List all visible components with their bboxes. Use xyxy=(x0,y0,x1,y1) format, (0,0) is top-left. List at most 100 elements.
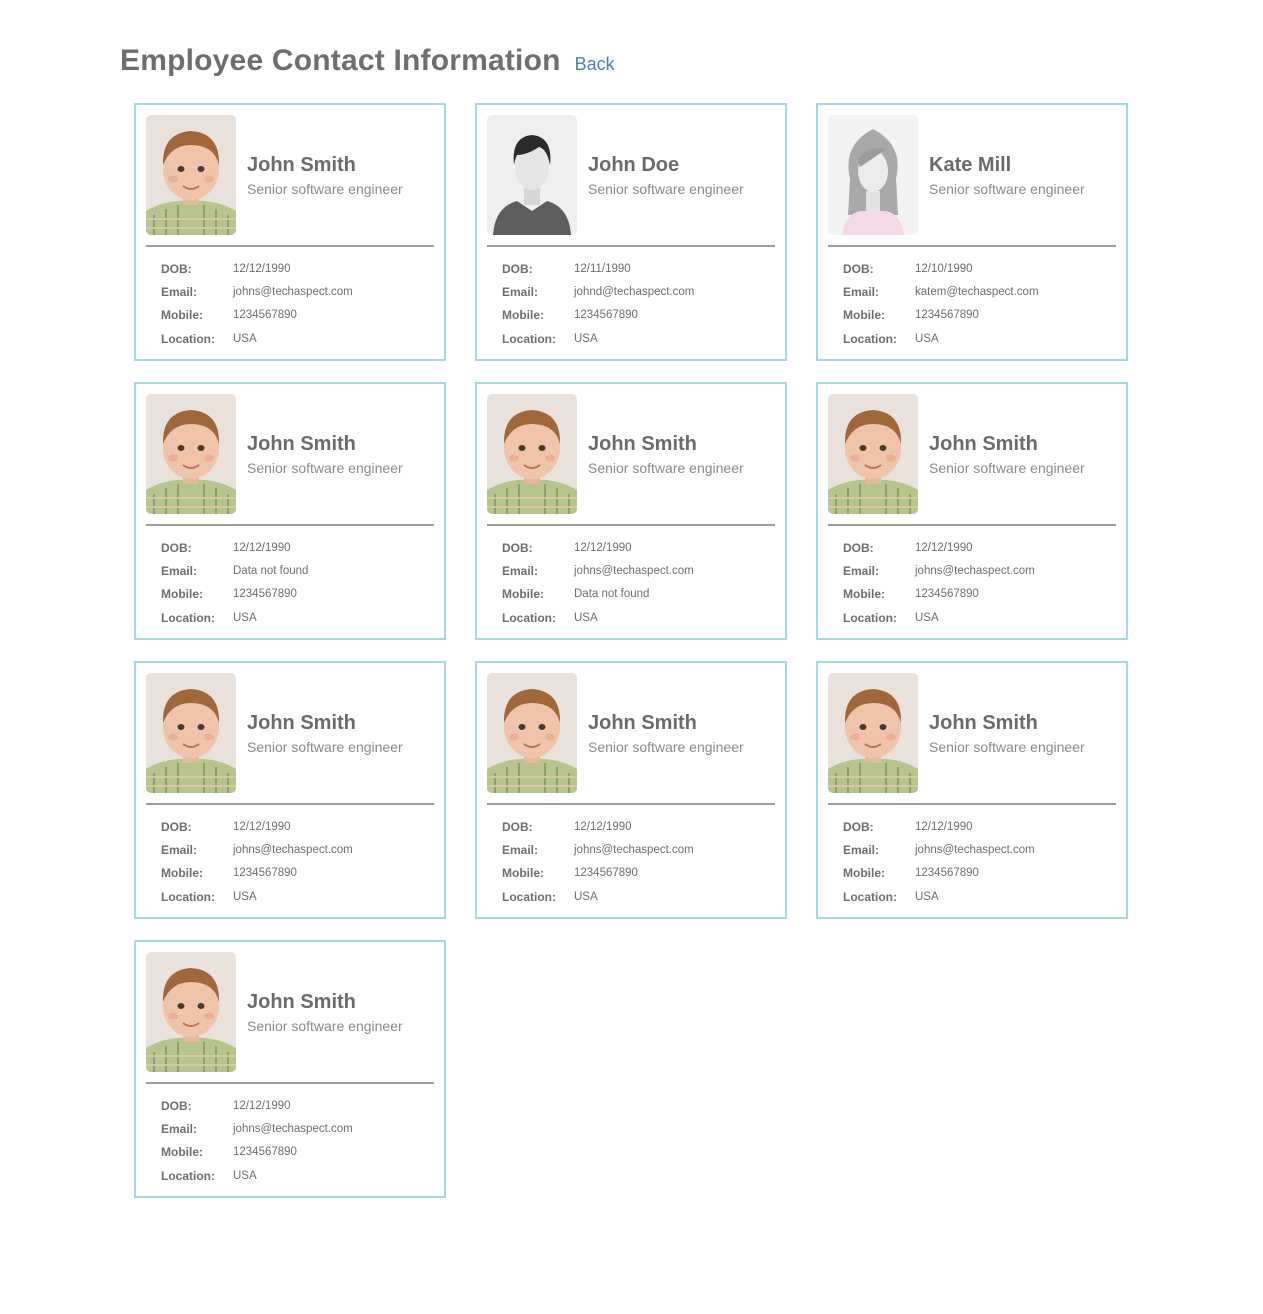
page-header: Employee Contact Information Back xyxy=(120,44,615,78)
location-row: Location: USA xyxy=(161,1164,434,1187)
email-value[interactable]: johnd@techaspect.com xyxy=(574,286,694,298)
employee-card[interactable]: John Smith Senior software engineer DOB:… xyxy=(475,661,787,919)
mobile-row: Mobile: 1234567890 xyxy=(161,862,434,885)
child-photo-icon xyxy=(487,394,577,514)
email-value[interactable]: Data not found xyxy=(233,565,308,577)
child-photo-icon xyxy=(487,673,577,793)
card-header: John Smith Senior software engineer xyxy=(146,115,434,236)
dob-label: DOB: xyxy=(843,540,874,555)
location-label: Location: xyxy=(502,889,556,904)
card-header: John Smith Senior software engineer xyxy=(146,394,434,515)
dob-row: DOB: 12/12/1990 xyxy=(161,1094,434,1117)
email-label: Email: xyxy=(161,563,198,578)
email-value[interactable]: johns@techaspect.com xyxy=(233,286,353,298)
employee-job-title: Senior software engineer xyxy=(247,181,403,197)
employee-photo xyxy=(146,673,236,793)
location-value: USA xyxy=(233,611,257,624)
location-value: USA xyxy=(233,1169,257,1182)
location-value: USA xyxy=(233,332,257,345)
email-value[interactable]: katem@techaspect.com xyxy=(915,286,1039,298)
email-row: Email: katem@techaspect.com xyxy=(843,280,1116,303)
child-photo-icon xyxy=(146,394,236,514)
employee-name: John Smith xyxy=(247,154,356,176)
employee-card[interactable]: John Smith Senior software engineer DOB:… xyxy=(816,661,1128,919)
email-row: Email: johns@techaspect.com xyxy=(502,838,775,861)
child-photo-icon xyxy=(828,394,918,514)
mobile-value[interactable]: 1234567890 xyxy=(233,867,297,879)
mobile-value[interactable]: 1234567890 xyxy=(915,867,979,879)
contact-details: DOB: 12/12/1990 Email: johns@techaspect.… xyxy=(146,1094,434,1187)
location-row: Location: USA xyxy=(843,606,1116,629)
child-photo-icon xyxy=(146,952,236,1072)
employee-card[interactable]: John Doe Senior software engineer DOB: 1… xyxy=(475,103,787,361)
employee-job-title: Senior software engineer xyxy=(929,181,1085,197)
dob-row: DOB: 12/11/1990 xyxy=(502,257,775,280)
location-value: USA xyxy=(915,890,939,903)
card-divider xyxy=(828,245,1116,247)
employee-card[interactable]: Kate Mill Senior software engineer DOB: … xyxy=(816,103,1128,361)
mobile-value[interactable]: 1234567890 xyxy=(574,309,638,321)
email-label: Email: xyxy=(502,842,539,857)
location-row: Location: USA xyxy=(161,327,434,350)
card-header: John Doe Senior software engineer xyxy=(487,115,775,236)
employee-card[interactable]: John Smith Senior software engineer DOB:… xyxy=(134,940,446,1198)
email-value[interactable]: johns@techaspect.com xyxy=(574,844,694,856)
back-link[interactable]: Back xyxy=(575,54,615,75)
employee-job-title: Senior software engineer xyxy=(247,739,403,755)
mobile-label: Mobile: xyxy=(502,308,544,323)
dob-value: 12/10/1990 xyxy=(915,262,973,275)
employee-card[interactable]: John Smith Senior software engineer DOB:… xyxy=(475,382,787,640)
card-header: John Smith Senior software engineer xyxy=(146,673,434,794)
mobile-value[interactable]: 1234567890 xyxy=(915,309,979,321)
mobile-value[interactable]: Data not found xyxy=(574,588,649,600)
location-value: USA xyxy=(574,332,598,345)
email-value[interactable]: johns@techaspect.com xyxy=(915,565,1035,577)
location-row: Location: USA xyxy=(843,327,1116,350)
location-label: Location: xyxy=(161,610,215,625)
mobile-value[interactable]: 1234567890 xyxy=(574,867,638,879)
email-value[interactable]: johns@techaspect.com xyxy=(915,844,1035,856)
card-header: John Smith Senior software engineer xyxy=(828,673,1116,794)
mobile-value[interactable]: 1234567890 xyxy=(233,309,297,321)
dob-value: 12/12/1990 xyxy=(233,820,291,833)
employee-photo xyxy=(828,115,918,235)
employee-identity: John Smith Senior software engineer xyxy=(247,711,403,756)
dob-label: DOB: xyxy=(843,819,874,834)
mobile-value[interactable]: 1234567890 xyxy=(915,588,979,600)
contact-details: DOB: 12/12/1990 Email: johns@techaspect.… xyxy=(487,536,775,629)
mobile-value[interactable]: 1234567890 xyxy=(233,588,297,600)
email-value[interactable]: johns@techaspect.com xyxy=(233,844,353,856)
dob-row: DOB: 12/12/1990 xyxy=(161,257,434,280)
dob-row: DOB: 12/12/1990 xyxy=(843,536,1116,559)
dob-value: 12/11/1990 xyxy=(574,262,631,275)
employee-card[interactable]: John Smith Senior software engineer DOB:… xyxy=(134,103,446,361)
email-label: Email: xyxy=(161,842,198,857)
card-header: John Smith Senior software engineer xyxy=(487,394,775,515)
employee-identity: John Smith Senior software engineer xyxy=(588,432,744,477)
mobile-value[interactable]: 1234567890 xyxy=(233,1146,297,1158)
employee-name: John Smith xyxy=(247,712,356,734)
mobile-row: Mobile: 1234567890 xyxy=(502,304,775,327)
employee-card[interactable]: John Smith Senior software engineer DOB:… xyxy=(134,661,446,919)
email-row: Email: johns@techaspect.com xyxy=(161,1117,434,1140)
employee-card[interactable]: John Smith Senior software engineer DOB:… xyxy=(816,382,1128,640)
location-label: Location: xyxy=(161,331,215,346)
card-divider xyxy=(828,524,1116,526)
mobile-row: Mobile: 1234567890 xyxy=(161,304,434,327)
email-value[interactable]: johns@techaspect.com xyxy=(574,565,694,577)
contact-details: DOB: 12/12/1990 Email: johns@techaspect.… xyxy=(146,257,434,350)
email-label: Email: xyxy=(161,284,198,299)
employee-job-title: Senior software engineer xyxy=(588,460,744,476)
email-row: Email: johns@techaspect.com xyxy=(161,838,434,861)
dob-label: DOB: xyxy=(843,261,874,276)
email-label: Email: xyxy=(843,284,880,299)
card-divider xyxy=(146,803,434,805)
employee-name: John Smith xyxy=(929,712,1038,734)
page-title: Employee Contact Information xyxy=(120,44,561,77)
employee-card[interactable]: John Smith Senior software engineer DOB:… xyxy=(134,382,446,640)
dob-value: 12/12/1990 xyxy=(574,541,632,554)
email-value[interactable]: johns@techaspect.com xyxy=(233,1123,353,1135)
employee-identity: John Smith Senior software engineer xyxy=(247,432,403,477)
contact-details: DOB: 12/12/1990 Email: johns@techaspect.… xyxy=(146,815,434,908)
dob-value: 12/12/1990 xyxy=(915,541,973,554)
